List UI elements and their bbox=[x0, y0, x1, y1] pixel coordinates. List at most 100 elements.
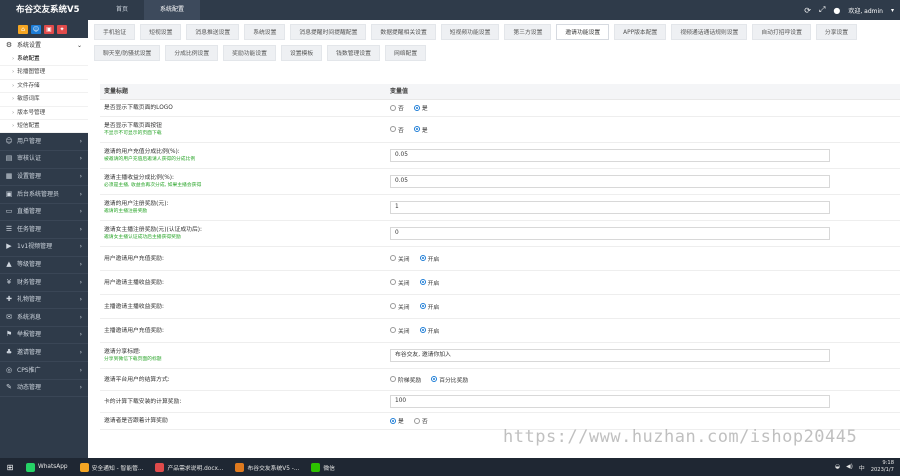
quick-home-icon[interactable]: ⌂ bbox=[18, 24, 28, 34]
tab-10[interactable]: 视频通话通话规则设置 bbox=[671, 24, 748, 40]
app-brand[interactable]: 布谷交友系统V5 bbox=[0, 0, 88, 20]
radio-button[interactable] bbox=[390, 255, 396, 262]
tab-9[interactable]: APP版本配置 bbox=[614, 24, 667, 40]
radio-option[interactable]: 开启 bbox=[419, 326, 439, 335]
radio-option[interactable]: 开启 bbox=[419, 302, 439, 311]
radio-option[interactable]: 百分比奖励 bbox=[431, 375, 468, 384]
radio-option[interactable]: 是 bbox=[413, 103, 428, 112]
value-input[interactable]: 布谷交友, 邀请你加入 bbox=[390, 349, 830, 362]
taskbar-app[interactable]: 微信 bbox=[305, 458, 341, 476]
taskbar-app[interactable]: 产品需求说明.docx... bbox=[149, 458, 229, 476]
radio-button[interactable] bbox=[390, 327, 396, 334]
radio-option[interactable]: 开启 bbox=[419, 254, 439, 263]
sidebar-item-sms[interactable]: 短信配置 bbox=[0, 120, 88, 134]
sidebar-item-dynamics[interactable]: ✎ 动态管理 › bbox=[0, 380, 88, 398]
sidebar-item-sensitive-words[interactable]: 敏感词库 bbox=[0, 93, 88, 107]
sidebar-item-version[interactable]: 版本号管理 bbox=[0, 107, 88, 120]
quick-gear-icon[interactable]: ✦ bbox=[57, 24, 67, 34]
top-nav-system-config[interactable]: 系统配置 bbox=[144, 0, 201, 20]
sidebar-item-admins[interactable]: ▣ 后台系统管理员 › bbox=[0, 186, 88, 204]
sidebar-item-tasks[interactable]: ☰ 任务管理 › bbox=[0, 221, 88, 239]
radio-button[interactable] bbox=[413, 104, 420, 111]
sidebar-item-gifts[interactable]: ✚ 礼物管理 › bbox=[0, 292, 88, 310]
radio-option[interactable]: 否 bbox=[390, 125, 404, 134]
tab-13[interactable]: 聊天室/防骚扰设置 bbox=[94, 45, 161, 61]
tab-3[interactable]: 系统设置 bbox=[244, 24, 286, 40]
chevron-down-icon[interactable]: ▾ bbox=[891, 7, 894, 14]
radio-button[interactable] bbox=[419, 279, 426, 286]
user-menu[interactable]: 欢迎, admin bbox=[848, 6, 883, 15]
radio-button[interactable] bbox=[390, 126, 396, 133]
value-input[interactable]: 0.05 bbox=[390, 175, 830, 188]
radio-option[interactable]: 是 bbox=[413, 125, 428, 134]
radio-option[interactable]: 关闭 bbox=[390, 302, 410, 311]
sidebar-item-carousel[interactable]: 轮播图管理 bbox=[0, 66, 88, 80]
top-nav-home[interactable]: 首页 bbox=[100, 0, 144, 20]
radio-option[interactable]: 阶梯奖励 bbox=[390, 375, 421, 384]
fullscreen-icon[interactable]: ⤢ bbox=[819, 5, 825, 15]
radio-button[interactable] bbox=[390, 104, 396, 111]
radio-option[interactable]: 关闭 bbox=[390, 254, 410, 263]
taskbar-app[interactable]: WhatsApp bbox=[20, 458, 74, 476]
taskbar-app[interactable]: 安全通知 - 智能管... bbox=[74, 458, 150, 476]
value-input[interactable]: 100 bbox=[390, 395, 830, 408]
value-input[interactable]: 0.05 bbox=[390, 149, 830, 162]
value-input[interactable]: 1 bbox=[390, 201, 830, 214]
tab-4[interactable]: 消息提醒时间提醒配置 bbox=[290, 24, 367, 40]
sidebar-item-video[interactable]: ▶ 1v1视频管理 › bbox=[0, 239, 88, 257]
sidebar-item-settings[interactable]: ▦ 设置管理 › bbox=[0, 169, 88, 187]
tab-14[interactable]: 分成比例设置 bbox=[165, 45, 219, 61]
sidebar-group-system-settings[interactable]: ⚙ 系统设置 ⌄ bbox=[0, 38, 88, 53]
sidebar-item-file-storage[interactable]: 文件存储 bbox=[0, 80, 88, 94]
sidebar-item-system-config[interactable]: 系统配置 bbox=[0, 53, 88, 67]
tab-7[interactable]: 第三方设置 bbox=[504, 24, 552, 40]
radio-button[interactable] bbox=[419, 303, 426, 310]
sidebar-item-users[interactable]: ☺ 用户管理 › bbox=[0, 133, 88, 151]
radio-button[interactable] bbox=[413, 417, 420, 424]
radio-button[interactable] bbox=[413, 126, 420, 133]
tab-5[interactable]: 数据提醒相关设置 bbox=[371, 24, 436, 40]
tab-15[interactable]: 奖励功能设置 bbox=[223, 45, 276, 61]
sidebar-item-invites[interactable]: ♣ 邀请管理 › bbox=[0, 344, 88, 363]
sidebar-item-cps[interactable]: ◎ CPS推广 › bbox=[0, 362, 88, 380]
tab-17[interactable]: 钱数管理设置 bbox=[327, 45, 380, 61]
tab-2[interactable]: 消息推送设置 bbox=[186, 24, 240, 40]
radio-button[interactable] bbox=[390, 279, 396, 286]
tab-16[interactable]: 设置模板 bbox=[280, 45, 323, 61]
tab-11[interactable]: 自动打招呼设置 bbox=[752, 24, 811, 40]
radio-button[interactable] bbox=[390, 417, 396, 424]
tab-12[interactable]: 分享设置 bbox=[815, 24, 858, 40]
radio-option[interactable]: 是 bbox=[390, 416, 404, 425]
radio-button[interactable] bbox=[419, 327, 426, 334]
radio-option[interactable]: 否 bbox=[390, 103, 404, 112]
sidebar-item-finance[interactable]: ¥ 财务管理 › bbox=[0, 274, 88, 292]
radio-button[interactable] bbox=[390, 376, 396, 383]
radio-button[interactable] bbox=[390, 303, 396, 310]
radio-option[interactable]: 关闭 bbox=[390, 326, 410, 335]
tab-1[interactable]: 短视设置 bbox=[140, 24, 182, 40]
quick-user-icon[interactable]: ☺ bbox=[31, 24, 41, 34]
tab-18[interactable]: 网络配置 bbox=[384, 45, 427, 61]
sidebar-item-reports[interactable]: ⚑ 举报管理 › bbox=[0, 327, 88, 345]
network-icon[interactable]: ◒ bbox=[835, 464, 840, 470]
radio-option[interactable]: 开启 bbox=[419, 278, 439, 287]
sidebar-item-messages[interactable]: ✉ 系统消息 › bbox=[0, 309, 88, 327]
sidebar-item-live[interactable]: ▭ 直播管理 › bbox=[0, 204, 88, 222]
radio-option[interactable]: 否 bbox=[413, 416, 428, 425]
tab-8[interactable]: 邀请功能设置 bbox=[556, 24, 610, 40]
tab-6[interactable]: 短视频功能设置 bbox=[440, 24, 500, 40]
input-method-icon[interactable]: 中 bbox=[859, 463, 865, 472]
radio-option[interactable]: 关闭 bbox=[390, 278, 410, 287]
sidebar-item-audit[interactable]: ▤ 审核认证 › bbox=[0, 151, 88, 169]
radio-button[interactable] bbox=[431, 376, 438, 383]
clock[interactable]: 9:18 2023/1/7 bbox=[871, 460, 894, 474]
sidebar-item-levels[interactable]: ▲ 等级管理 › bbox=[0, 257, 88, 275]
radio-button[interactable] bbox=[419, 255, 426, 262]
windows-start-icon[interactable]: ⊞ bbox=[0, 463, 20, 472]
volume-icon[interactable]: ◀) bbox=[846, 464, 853, 470]
value-input[interactable]: 0 bbox=[390, 227, 830, 240]
refresh-icon[interactable]: ⟳ bbox=[804, 6, 811, 15]
quick-lock-icon[interactable]: ▣ bbox=[44, 24, 54, 34]
avatar[interactable]: ● bbox=[833, 6, 840, 15]
tab-0[interactable]: 手机验证 bbox=[94, 24, 136, 40]
